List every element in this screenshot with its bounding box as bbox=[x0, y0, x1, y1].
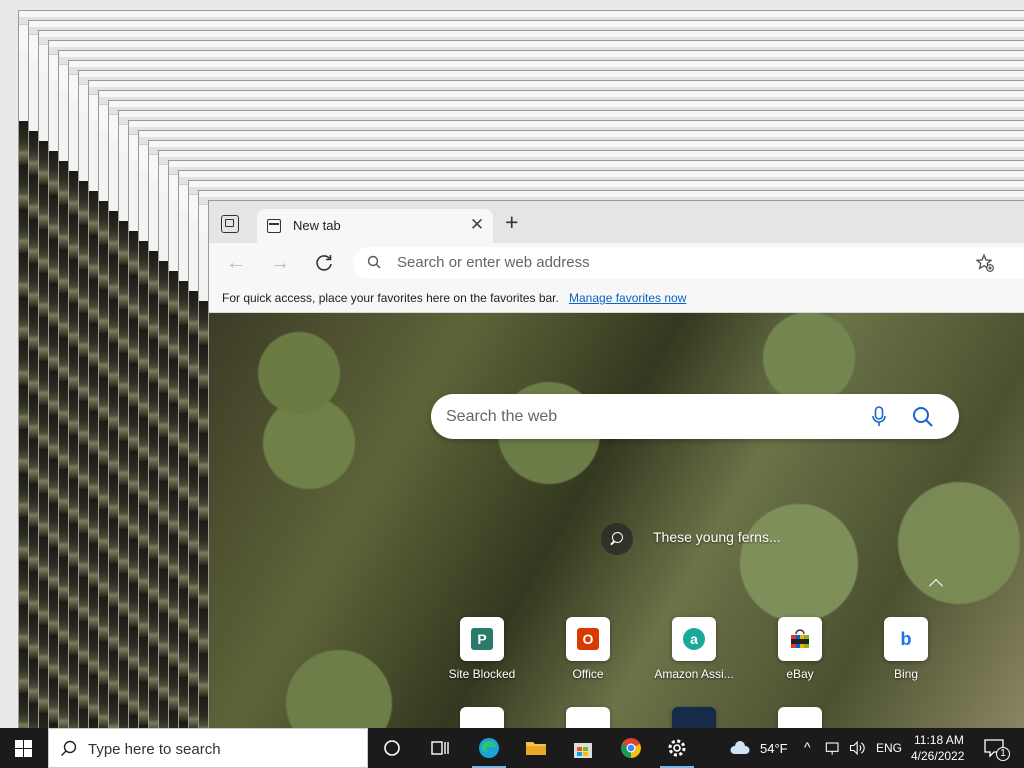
quick-link-tile[interactable]: eBay bbox=[760, 617, 840, 681]
favorites-bar-message: For quick access, place your favorites h… bbox=[222, 291, 559, 305]
tile-icon-box bbox=[778, 617, 822, 661]
tile-icon-box: O bbox=[566, 617, 610, 661]
address-input[interactable]: Search or enter web address bbox=[397, 254, 590, 271]
quick-link-tile[interactable] bbox=[760, 707, 840, 728]
tile-icon-box bbox=[778, 707, 822, 728]
notification-badge: 1 bbox=[996, 747, 1010, 761]
taskbar-search-box[interactable]: Type here to search bbox=[48, 728, 368, 768]
favorites-bar: For quick access, place your favorites h… bbox=[209, 283, 1024, 313]
weather-temperature[interactable]: 54°F bbox=[760, 741, 788, 756]
language-indicator[interactable]: ENG bbox=[876, 741, 902, 755]
image-caption[interactable]: These young ferns... bbox=[653, 529, 781, 545]
quick-link-tile[interactable]: P Site Blocked bbox=[442, 617, 522, 681]
tile-label: Site Blocked bbox=[448, 667, 516, 681]
web-search-input[interactable]: Search the web bbox=[446, 408, 557, 426]
forward-button[interactable]: → bbox=[267, 250, 293, 276]
quick-link-tile[interactable]: b Bing bbox=[866, 617, 946, 681]
tile-label: Office bbox=[572, 667, 604, 681]
tile-label: eBay bbox=[786, 667, 814, 681]
manage-favorites-link[interactable]: Manage favorites now bbox=[569, 291, 686, 305]
quick-link-tile[interactable] bbox=[548, 707, 628, 728]
address-bar[interactable]: Search or enter web address bbox=[353, 247, 1024, 279]
tab-actions-icon[interactable] bbox=[221, 215, 239, 233]
cortana-icon[interactable] bbox=[380, 736, 404, 760]
tile-icon-box: a bbox=[672, 617, 716, 661]
tile-icon-box bbox=[460, 707, 504, 728]
microphone-icon[interactable] bbox=[871, 406, 887, 428]
tab-close-icon[interactable]: ✕ bbox=[468, 215, 486, 235]
network-icon[interactable] bbox=[823, 736, 843, 760]
task-view-icon[interactable] bbox=[428, 736, 452, 760]
microsoft-store-icon[interactable] bbox=[571, 736, 595, 760]
refresh-button[interactable] bbox=[311, 250, 337, 276]
settings-gear-icon[interactable] bbox=[665, 736, 689, 760]
tab-strip: New tab ✕ + bbox=[209, 201, 1024, 243]
quick-link-tile[interactable] bbox=[442, 707, 522, 728]
tile-label: Amazon Assi... bbox=[654, 667, 734, 681]
chevron-up-icon[interactable] bbox=[928, 578, 944, 594]
search-icon[interactable] bbox=[912, 406, 934, 428]
weather-cloud-icon[interactable] bbox=[728, 736, 752, 760]
search-icon bbox=[61, 740, 77, 756]
tile-label: Bing bbox=[893, 667, 919, 681]
taskbar-search-input[interactable]: Type here to search bbox=[88, 741, 221, 758]
bing-icon: b bbox=[900, 629, 912, 649]
amazon-assistant-icon: a bbox=[683, 628, 705, 650]
file-explorer-icon[interactable] bbox=[524, 736, 548, 760]
tile-icon-box bbox=[672, 707, 716, 728]
ebay-bag-icon bbox=[791, 629, 809, 648]
volume-icon[interactable] bbox=[848, 736, 868, 760]
quick-link-tile[interactable]: O Office bbox=[548, 617, 628, 681]
quick-link-tile[interactable]: a Amazon Assi... bbox=[654, 617, 734, 681]
tab-new-tab[interactable]: New tab ✕ bbox=[257, 209, 493, 243]
search-icon bbox=[367, 255, 381, 269]
clock-time[interactable]: 11:18 AM bbox=[914, 733, 964, 747]
taskbar: Type here to search 54°F ^ ENG 11:18 AM … bbox=[0, 728, 1024, 768]
tile-icon-box: b bbox=[884, 617, 928, 661]
clock-date[interactable]: 4/26/2022 bbox=[911, 749, 964, 763]
refresh-icon bbox=[316, 255, 332, 271]
new-tab-background: Search the web These young ferns... P Si… bbox=[209, 313, 1024, 728]
back-button[interactable]: ← bbox=[223, 250, 249, 276]
browser-window: New tab ✕ + ← → Search or enter web addr… bbox=[208, 200, 1024, 728]
chrome-icon[interactable] bbox=[619, 736, 643, 760]
add-favorite-icon[interactable] bbox=[975, 253, 995, 273]
start-button[interactable] bbox=[0, 728, 48, 768]
publisher-icon: P bbox=[471, 628, 493, 650]
tile-icon-box bbox=[566, 707, 610, 728]
new-tab-page-icon bbox=[267, 219, 281, 233]
office-icon: O bbox=[577, 628, 599, 650]
edge-icon[interactable] bbox=[477, 736, 501, 760]
tab-title: New tab bbox=[293, 218, 341, 233]
chevron-up-icon[interactable]: ^ bbox=[804, 739, 811, 755]
tile-icon-box: P bbox=[460, 617, 504, 661]
new-tab-button[interactable]: + bbox=[505, 210, 518, 234]
navigation-bar: ← → Search or enter web address bbox=[209, 243, 1024, 283]
quick-link-tile[interactable] bbox=[654, 707, 734, 728]
image-search-icon[interactable] bbox=[601, 523, 633, 555]
web-search-box[interactable]: Search the web bbox=[431, 394, 959, 439]
